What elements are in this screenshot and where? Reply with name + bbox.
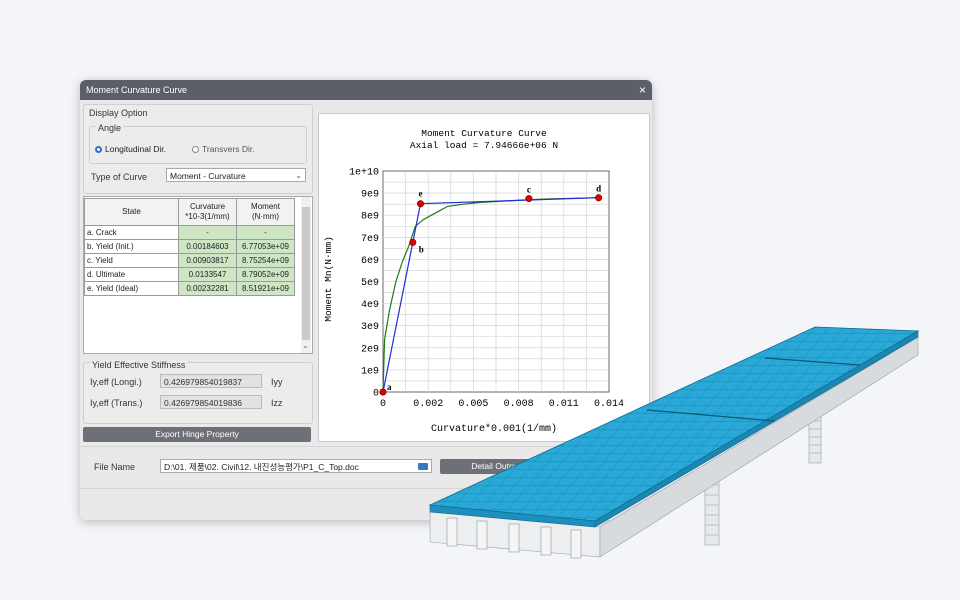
trans-unit: Izz xyxy=(271,398,283,408)
row-curvature: - xyxy=(178,225,237,240)
file-name-label: File Name xyxy=(94,462,136,472)
table-row[interactable]: e. Yield (Ideal) 0.00232281 8.51921e+09 xyxy=(84,281,295,296)
table-header-row: State Curvature *10-3(1/mm) Moment (N·mm… xyxy=(84,198,295,226)
angle-label: Angle xyxy=(96,123,124,133)
y-tick-label: 2e9 xyxy=(361,344,379,355)
type-of-curve-select[interactable]: Moment - Curvature ⌄ xyxy=(166,168,306,182)
point-label-e: e xyxy=(418,189,422,199)
x-tick-label: 0 xyxy=(380,399,386,410)
point-c xyxy=(525,195,533,203)
longi-unit: Iyy xyxy=(271,377,283,387)
row-state: a. Crack xyxy=(84,225,179,240)
longi-label: Iy,eff (Longi.) xyxy=(90,377,142,387)
close-icon[interactable]: × xyxy=(639,80,646,100)
table-row[interactable]: d. Ultimate 0.0133547 8.79052e+09 xyxy=(84,267,295,282)
bridge-model-illustration xyxy=(428,326,920,559)
point-e xyxy=(416,200,424,208)
row-curvature: 0.0133547 xyxy=(178,267,237,282)
type-of-curve-value: Moment - Curvature xyxy=(170,171,246,181)
file-name-input[interactable]: D:\01. 제품\02. Civil\12. 내진성능평가\P1_C_Top.… xyxy=(160,459,432,473)
header-moment-line1: Moment xyxy=(251,202,280,211)
row-moment: - xyxy=(236,225,295,240)
row-curvature: 0.00184603 xyxy=(178,239,237,254)
stiffness-group xyxy=(83,362,313,424)
y-tick-label: 9e9 xyxy=(361,190,379,201)
header-state: State xyxy=(84,198,179,226)
row-state: c. Yield xyxy=(84,253,179,268)
row-moment: 8.75254e+09 xyxy=(236,253,295,268)
file-name-value: D:\01. 제품\02. Civil\12. 내진성능평가\P1_C_Top.… xyxy=(164,462,359,472)
radio-longitudinal[interactable]: Longitudinal Dir. xyxy=(95,144,166,154)
scrollbar-thumb[interactable] xyxy=(302,207,310,340)
trans-value-field: 0.426979854019836 xyxy=(160,395,262,409)
radio-transvers[interactable]: Transvers Dir. xyxy=(192,144,255,154)
header-curvature-line2: *10-3(1/mm) xyxy=(185,212,230,221)
y-tick-label: 1e9 xyxy=(361,366,379,377)
display-option-label: Display Option xyxy=(89,108,148,118)
row-state: b. Yield (Init.) xyxy=(84,239,179,254)
radio-checked-icon xyxy=(95,145,102,153)
radio-unchecked-icon xyxy=(192,145,199,153)
y-tick-label: 8e9 xyxy=(361,212,379,223)
y-tick-label: 1e+10 xyxy=(349,168,379,179)
row-state: d. Ultimate xyxy=(84,267,179,282)
titlebar: Moment Curvature Curve × xyxy=(80,80,652,100)
row-moment: 6.77053e+09 xyxy=(236,239,295,254)
point-label-c: c xyxy=(527,185,531,195)
y-tick-label: 5e9 xyxy=(361,278,379,289)
type-of-curve-label: Type of Curve xyxy=(91,172,148,182)
longi-value-field: 0.426979854019837 xyxy=(160,374,262,388)
radio-transvers-label: Transvers Dir. xyxy=(202,144,255,154)
chevron-down-icon[interactable]: ⌄ xyxy=(302,341,309,350)
table-row[interactable]: a. Crack - - xyxy=(84,225,295,240)
trans-label: Iy,eff (Trans.) xyxy=(90,398,143,408)
chart-subtitle: Axial load = 7.94666e+06 N xyxy=(410,140,558,151)
point-d xyxy=(595,194,603,202)
header-moment-line2: (N·mm) xyxy=(251,212,280,221)
point-label-b: b xyxy=(419,244,424,254)
y-tick-label: 3e9 xyxy=(361,322,379,333)
state-table: State Curvature *10-3(1/mm) Moment (N·mm… xyxy=(84,198,295,296)
dialog-title: Moment Curvature Curve xyxy=(86,85,188,95)
header-curvature: Curvature *10-3(1/mm) xyxy=(178,198,237,226)
point-label-d: d xyxy=(596,184,601,194)
y-tick-label: 0 xyxy=(373,389,379,400)
header-moment: Moment (N·mm) xyxy=(236,198,295,226)
point-b xyxy=(409,238,417,246)
table-row[interactable]: c. Yield 0.00903817 8.75254e+09 xyxy=(84,253,295,268)
export-hinge-button[interactable]: Export Hinge Property xyxy=(83,427,311,442)
header-curvature-line1: Curvature xyxy=(189,202,226,211)
chevron-down-icon: ⌄ xyxy=(295,171,302,180)
row-state: e. Yield (Ideal) xyxy=(84,281,179,296)
stiffness-label: Yield Effective Stiffness xyxy=(90,360,188,370)
y-tick-label: 6e9 xyxy=(361,256,379,267)
vertical-scrollbar[interactable]: ⌄ xyxy=(301,197,311,353)
row-curvature: 0.00232281 xyxy=(178,281,237,296)
radio-longitudinal-label: Longitudinal Dir. xyxy=(105,144,166,154)
row-moment: 8.51921e+09 xyxy=(236,281,295,296)
y-tick-label: 4e9 xyxy=(361,300,379,311)
chart-ylabel: Moment Mn(N·mm) xyxy=(323,236,334,322)
point-a xyxy=(379,388,387,396)
row-moment: 8.79052e+09 xyxy=(236,267,295,282)
point-label-a: a xyxy=(387,382,392,392)
row-curvature: 0.00903817 xyxy=(178,253,237,268)
chart-title: Moment Curvature Curve xyxy=(421,128,547,139)
table-row[interactable]: b. Yield (Init.) 0.00184603 6.77053e+09 xyxy=(84,239,295,254)
y-tick-label: 7e9 xyxy=(361,234,379,245)
